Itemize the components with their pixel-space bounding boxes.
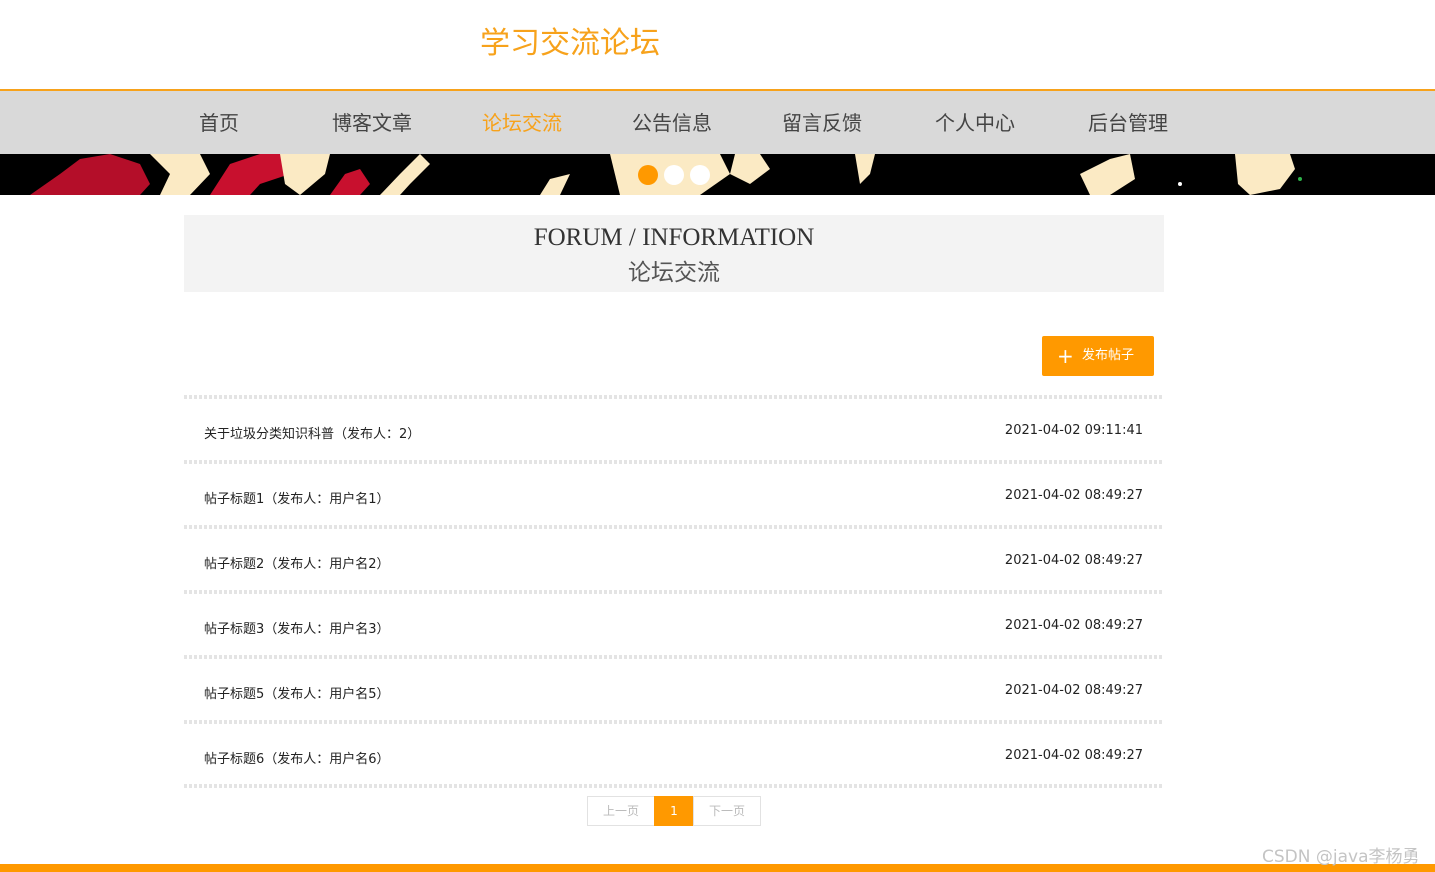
watermark: CSDN @java李杨勇 bbox=[1262, 847, 1420, 867]
nav-item-blog[interactable]: 博客文章 bbox=[332, 107, 412, 136]
post-row[interactable]: 帖子标题1（发布人：用户名1） 2021-04-02 08:49:27 bbox=[184, 464, 1164, 525]
post-title[interactable]: 帖子标题3（发布人：用户名3） bbox=[204, 618, 390, 637]
carousel-dot[interactable] bbox=[690, 165, 710, 185]
publish-post-button[interactable]: + 发布帖子 bbox=[1042, 336, 1154, 376]
nav-item-notice[interactable]: 公告信息 bbox=[632, 107, 712, 136]
post-title[interactable]: 帖子标题5（发布人：用户名5） bbox=[204, 683, 390, 702]
plus-icon: + bbox=[1057, 344, 1074, 368]
post-title[interactable]: 帖子标题1（发布人：用户名1） bbox=[204, 488, 390, 507]
main-nav: 首页 博客文章 论坛交流 公告信息 留言反馈 个人中心 后台管理 bbox=[0, 89, 1435, 154]
banner-image bbox=[0, 154, 1435, 195]
post-time: 2021-04-02 08:49:27 bbox=[1004, 553, 1143, 568]
post-row[interactable]: 帖子标题3（发布人：用户名3） 2021-04-02 08:49:27 bbox=[184, 594, 1164, 655]
site-title[interactable]: 学习交流论坛 bbox=[480, 18, 660, 62]
post-time: 2021-04-02 09:11:41 bbox=[1004, 423, 1143, 438]
prev-page-button[interactable]: 上一页 bbox=[587, 796, 655, 826]
publish-post-label: 发布帖子 bbox=[1082, 348, 1135, 363]
nav-item-forum[interactable]: 论坛交流 bbox=[482, 107, 562, 136]
post-row[interactable]: 帖子标题2（发布人：用户名2） 2021-04-02 08:49:27 bbox=[184, 529, 1164, 590]
post-time: 2021-04-02 08:49:27 bbox=[1004, 683, 1143, 698]
post-time: 2021-04-02 08:49:27 bbox=[1004, 618, 1143, 633]
nav-item-admin[interactable]: 后台管理 bbox=[1088, 107, 1168, 136]
post-row[interactable]: 关于垃圾分类知识科普（发布人：2） 2021-04-02 09:11:41 bbox=[184, 399, 1164, 460]
section-title-en: FORUM / INFORMATION bbox=[533, 224, 815, 251]
nav-item-feedback[interactable]: 留言反馈 bbox=[782, 107, 862, 136]
page-1-button[interactable]: 1 bbox=[654, 796, 694, 826]
section-header: FORUM / INFORMATION 论坛交流 bbox=[184, 215, 1164, 292]
nav-item-home[interactable]: 首页 bbox=[199, 107, 239, 136]
post-title[interactable]: 帖子标题6（发布人：用户名6） bbox=[204, 748, 390, 767]
section-title-cn: 论坛交流 bbox=[628, 260, 720, 285]
post-title[interactable]: 关于垃圾分类知识科普（发布人：2） bbox=[204, 423, 420, 442]
post-time: 2021-04-02 08:49:27 bbox=[1004, 748, 1143, 763]
next-page-button[interactable]: 下一页 bbox=[693, 796, 761, 826]
carousel-dot-active[interactable] bbox=[638, 165, 658, 185]
post-row[interactable]: 帖子标题5（发布人：用户名5） 2021-04-02 08:49:27 bbox=[184, 659, 1164, 720]
post-row[interactable]: 帖子标题6（发布人：用户名6） 2021-04-02 08:49:27 bbox=[184, 724, 1164, 785]
site-header: 学习交流论坛 bbox=[0, 0, 1435, 89]
footer-bar bbox=[0, 864, 1435, 872]
post-title[interactable]: 帖子标题2（发布人：用户名2） bbox=[204, 553, 390, 572]
carousel-dot[interactable] bbox=[664, 165, 684, 185]
divider bbox=[184, 784, 1164, 788]
banner-carousel[interactable] bbox=[0, 154, 1435, 195]
nav-item-profile[interactable]: 个人中心 bbox=[935, 107, 1015, 136]
post-time: 2021-04-02 08:49:27 bbox=[1004, 488, 1143, 503]
